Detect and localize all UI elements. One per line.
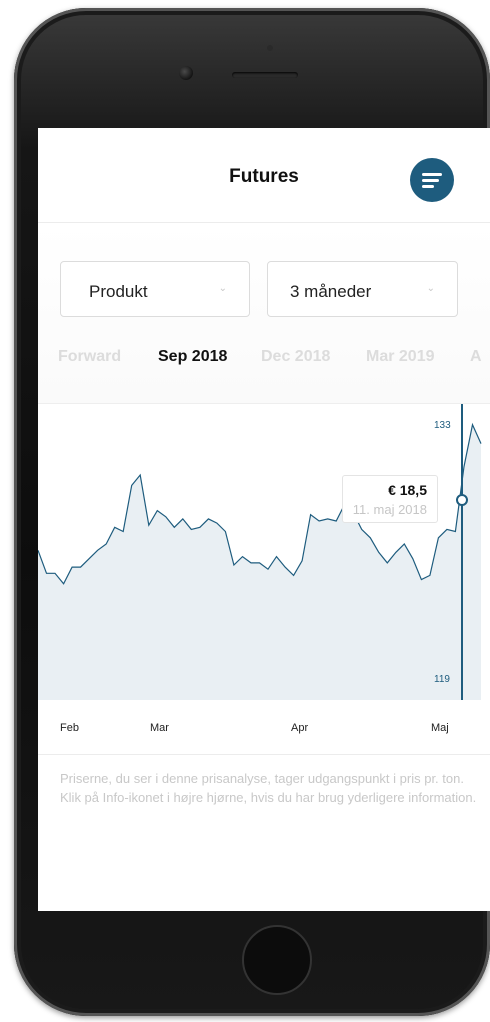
- tooltip-value: € 18,5: [388, 482, 427, 498]
- period-select-value: 3 måneder: [290, 282, 372, 301]
- filter-panel: Produkt ⌄ 3 måneder ⌄ Forward Sep 2018 D…: [38, 223, 490, 403]
- x-label-mar: Mar: [150, 722, 169, 734]
- product-select-value: Produkt: [89, 282, 148, 301]
- price-chart-svg: [38, 404, 482, 701]
- tab-forward[interactable]: Forward: [58, 348, 121, 366]
- x-axis: Feb Mar Apr Maj: [38, 700, 490, 755]
- chevron-down-icon: ⌄: [218, 283, 227, 294]
- tab-dec-2018[interactable]: Dec 2018: [261, 348, 330, 366]
- tab-mar-2019[interactable]: Mar 2019: [366, 348, 435, 366]
- price-chart[interactable]: 133 119 € 18,5 11. maj 2018: [38, 403, 490, 701]
- tab-sep-2018[interactable]: Sep 2018: [158, 348, 227, 366]
- speaker-grille: [232, 72, 298, 78]
- period-select[interactable]: 3 måneder ⌄: [267, 261, 458, 317]
- x-label-apr: Apr: [291, 722, 309, 734]
- chevron-down-icon: ⌄: [426, 283, 435, 294]
- price-tooltip: € 18,5 11. maj 2018: [342, 475, 438, 523]
- x-label-feb: Feb: [60, 722, 79, 734]
- product-select[interactable]: Produkt ⌄: [60, 261, 250, 317]
- camera-icon: [179, 66, 193, 80]
- home-button[interactable]: [242, 925, 312, 995]
- y-max-label: 133: [434, 420, 451, 431]
- info-text: Priserne, du ser i denne prisanalyse, ta…: [60, 771, 477, 805]
- cursor-point: [456, 494, 468, 506]
- filter-menu-button[interactable]: [410, 158, 454, 202]
- x-label-maj: Maj: [431, 722, 449, 734]
- header: Futures: [38, 128, 490, 223]
- tab-next[interactable]: A: [470, 348, 482, 366]
- y-min-label: 119: [434, 674, 450, 685]
- contract-tabs: Forward Sep 2018 Dec 2018 Mar 2019 A: [38, 348, 490, 378]
- app-screen: Futures Produkt ⌄ 3 måneder ⌄ Forward Se…: [38, 128, 490, 911]
- front-sensor: [267, 45, 273, 51]
- tooltip-date: 11. maj 2018: [352, 502, 427, 517]
